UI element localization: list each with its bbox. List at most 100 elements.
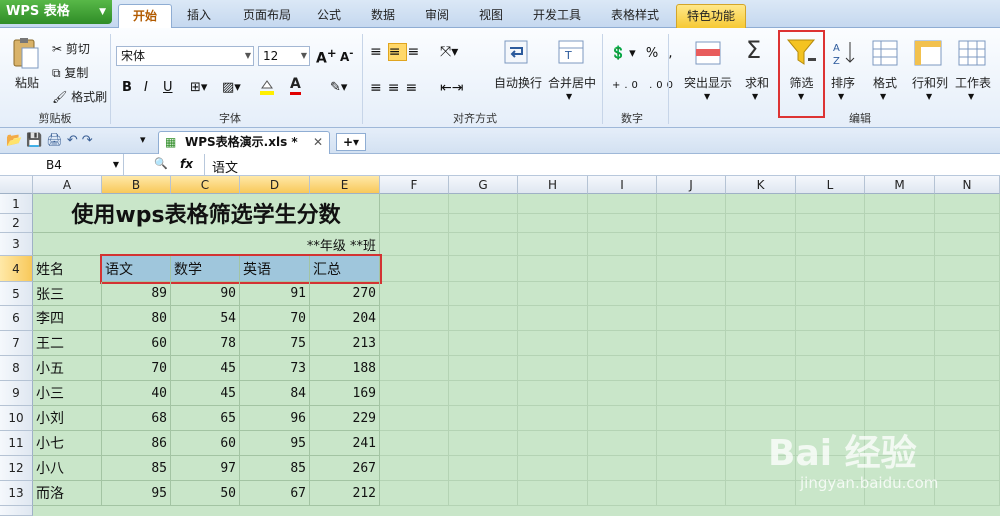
empty-cell[interactable] <box>449 233 518 256</box>
empty-cell[interactable] <box>518 406 588 431</box>
score-cell[interactable]: 90 <box>171 282 240 306</box>
row-header-1[interactable]: 1 <box>0 194 33 214</box>
column-header-C[interactable]: C <box>171 176 240 194</box>
toolbar-dropdown-icon[interactable]: ▾ <box>140 133 146 146</box>
empty-cell[interactable] <box>865 306 935 331</box>
empty-cell[interactable] <box>865 233 935 256</box>
empty-cell[interactable] <box>726 282 796 306</box>
document-tab[interactable]: ▦ WPS表格演示.xls * ✕ <box>158 131 330 154</box>
score-cell[interactable]: 97 <box>171 456 240 481</box>
empty-cell[interactable] <box>935 381 1000 406</box>
column-header-J[interactable]: J <box>657 176 726 194</box>
score-cell[interactable]: 50 <box>171 481 240 506</box>
select-all-corner[interactable] <box>0 176 33 194</box>
font-color-icon[interactable]: A <box>290 76 301 95</box>
empty-cell[interactable] <box>865 356 935 381</box>
empty-cell[interactable] <box>796 233 865 256</box>
empty-cell[interactable] <box>518 194 588 214</box>
empty-cell[interactable] <box>935 233 1000 256</box>
column-header-M[interactable]: M <box>865 176 935 194</box>
empty-cell[interactable] <box>865 282 935 306</box>
empty-cell[interactable] <box>588 256 657 282</box>
empty-cell[interactable] <box>518 381 588 406</box>
chevron-down-icon[interactable]: ▼ <box>704 92 710 101</box>
empty-cell[interactable] <box>449 406 518 431</box>
tab-special-features[interactable]: 特色功能 <box>676 4 746 28</box>
indent-icons[interactable]: ⇤⇥ <box>440 80 463 96</box>
score-cell[interactable]: 84 <box>240 381 310 406</box>
chevron-down-icon[interactable]: ▼ <box>968 92 974 101</box>
score-cell[interactable]: 91 <box>240 282 310 306</box>
empty-cell[interactable] <box>518 233 588 256</box>
font-name-select[interactable]: 宋体 ▼ <box>116 46 254 66</box>
score-cell[interactable]: 96 <box>240 406 310 431</box>
empty-cell[interactable] <box>449 282 518 306</box>
grow-font-icon[interactable]: A+ <box>316 46 337 67</box>
empty-cell[interactable] <box>935 406 1000 431</box>
score-cell[interactable]: 241 <box>310 431 380 456</box>
empty-cell[interactable] <box>935 331 1000 356</box>
empty-cell[interactable] <box>588 431 657 456</box>
column-header-D[interactable]: D <box>240 176 310 194</box>
tab-table-style[interactable]: 表格样式 <box>600 4 670 28</box>
student-name-cell[interactable]: 张三 <box>33 282 102 306</box>
row-header-6[interactable]: 6 <box>0 306 33 331</box>
score-cell[interactable]: 68 <box>102 406 171 431</box>
empty-cell[interactable] <box>726 356 796 381</box>
row-header-4[interactable]: 4 <box>0 256 33 282</box>
quick-access-toolbar[interactable]: 📂💾🖨↶↷ <box>6 133 97 148</box>
empty-cell[interactable] <box>380 431 449 456</box>
empty-cell[interactable] <box>380 356 449 381</box>
empty-cell[interactable] <box>726 381 796 406</box>
score-cell[interactable]: 204 <box>310 306 380 331</box>
function-icon[interactable]: fx <box>180 157 193 171</box>
column-header-B[interactable]: B <box>102 176 171 194</box>
empty-cell[interactable] <box>657 331 726 356</box>
empty-cell[interactable] <box>380 406 449 431</box>
empty-cell[interactable] <box>449 481 518 506</box>
empty-cell[interactable] <box>449 331 518 356</box>
score-cell[interactable]: 78 <box>171 331 240 356</box>
score-cell[interactable]: 212 <box>310 481 380 506</box>
paste-icon[interactable] <box>10 38 40 72</box>
column-header-L[interactable]: L <box>796 176 865 194</box>
tab-formula[interactable]: 公式 <box>306 4 352 28</box>
student-name-cell[interactable]: 小五 <box>33 356 102 381</box>
tab-view[interactable]: 视图 <box>468 4 514 28</box>
empty-cell[interactable] <box>380 331 449 356</box>
row-header-13[interactable]: 13 <box>0 481 33 506</box>
border-icon[interactable]: ⊞▾ <box>190 80 207 95</box>
highlight-button[interactable]: 突出显示 <box>682 74 734 91</box>
score-cell[interactable]: 45 <box>171 381 240 406</box>
empty-cell[interactable] <box>380 256 449 282</box>
empty-cell[interactable] <box>657 306 726 331</box>
empty-cell[interactable] <box>588 331 657 356</box>
empty-cell[interactable] <box>726 306 796 331</box>
empty-cell[interactable] <box>518 306 588 331</box>
row-header-3[interactable]: 3 <box>0 233 33 256</box>
format-button[interactable]: 格式 <box>868 74 902 91</box>
chevron-down-icon[interactable]: ▼ <box>926 92 932 101</box>
empty-cell[interactable] <box>796 356 865 381</box>
row-header-12[interactable]: 12 <box>0 456 33 481</box>
empty-cell[interactable] <box>588 381 657 406</box>
score-cell[interactable]: 169 <box>310 381 380 406</box>
empty-cell[interactable] <box>657 431 726 456</box>
row-header-5[interactable]: 5 <box>0 282 33 306</box>
empty-cell[interactable] <box>935 194 1000 214</box>
score-cell[interactable]: 80 <box>102 306 171 331</box>
sheet-title[interactable]: 使用wps表格筛选学生分数 <box>33 194 380 233</box>
shrink-font-icon[interactable]: A- <box>340 48 353 64</box>
empty-cell[interactable] <box>726 331 796 356</box>
merge-center-button[interactable]: 合并居中 <box>546 74 598 91</box>
student-name-cell[interactable]: 小三 <box>33 381 102 406</box>
empty-cell[interactable] <box>588 194 657 214</box>
cell-fill-icon[interactable]: ▨▾ <box>222 80 241 95</box>
empty-cell[interactable] <box>796 256 865 282</box>
chevron-down-icon[interactable]: ▼ <box>752 92 758 101</box>
empty-cell[interactable] <box>935 306 1000 331</box>
row-header-8[interactable]: 8 <box>0 356 33 381</box>
empty-cell[interactable] <box>380 214 449 233</box>
score-cell[interactable]: 188 <box>310 356 380 381</box>
empty-cell[interactable] <box>935 214 1000 233</box>
